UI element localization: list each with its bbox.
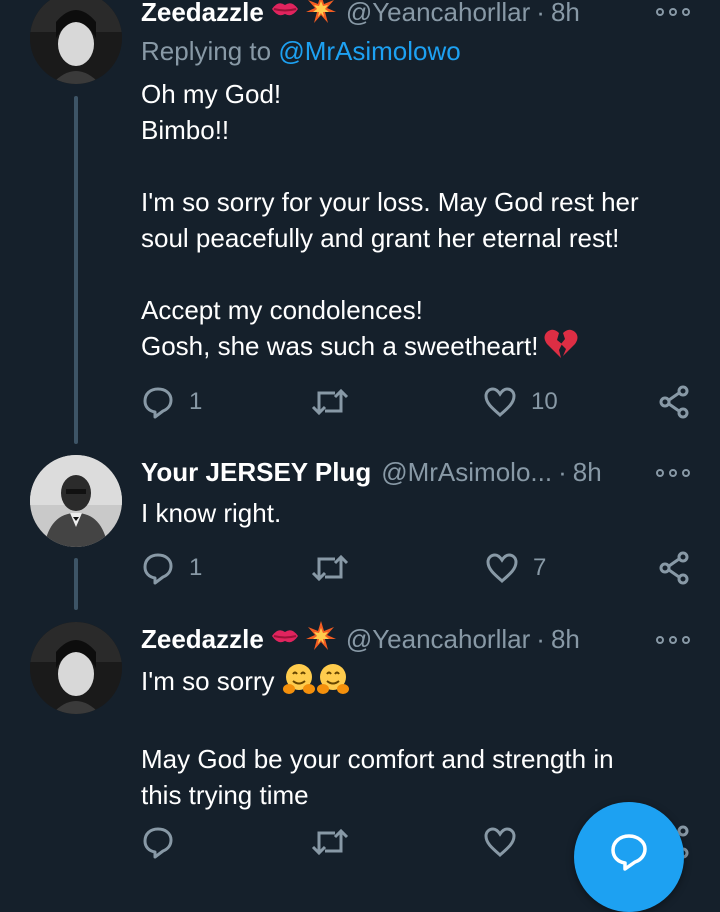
tweet-header: Zeedazzle @Yeancahorllar · 8h (141, 0, 580, 29)
collision-icon (305, 0, 336, 31)
avatar[interactable] (30, 622, 122, 714)
reply-icon (143, 553, 173, 585)
avatar[interactable] (30, 455, 122, 547)
handle[interactable]: @MrAsimolo... (381, 457, 552, 488)
kiss-mark-icon (270, 0, 300, 27)
like-button[interactable]: 10 (483, 382, 558, 422)
reply-button[interactable] (141, 822, 175, 862)
reply-count: 1 (189, 388, 203, 415)
timestamp[interactable]: 8h (551, 0, 580, 28)
retweet-button[interactable] (311, 548, 349, 588)
mention-link[interactable]: @MrAsimolowo (278, 36, 460, 66)
avatar[interactable] (30, 0, 122, 84)
share-button[interactable] (657, 382, 691, 422)
tweet-text: I know right. (141, 495, 701, 531)
text-line: Oh my God! (141, 79, 282, 109)
separator-dot: · (558, 456, 567, 487)
like-count: 10 (531, 388, 558, 415)
text-line: I know right. (141, 498, 282, 528)
kiss-mark-icon (270, 625, 300, 654)
retweet-button[interactable] (311, 382, 349, 422)
like-button[interactable]: 7 (485, 548, 546, 588)
heart-icon (484, 827, 516, 857)
text-line: Accept my condolences! (141, 295, 423, 325)
handle[interactable]: @Yeancahorllar (346, 0, 530, 28)
share-button[interactable] (657, 548, 691, 588)
action-bar: 1 7 (141, 548, 701, 588)
timestamp[interactable]: 8h (551, 624, 580, 655)
action-bar: 1 10 (141, 382, 701, 422)
more-options-icon[interactable] (656, 463, 690, 483)
handle[interactable]: @Yeancahorllar (346, 624, 530, 655)
more-options-icon[interactable] (656, 2, 690, 22)
text-line: soul peacefully and grant her eternal re… (141, 223, 620, 253)
retweet-icon (311, 554, 349, 582)
display-name[interactable]: Zeedazzle (141, 624, 264, 655)
tweet-header: Your JERSEY Plug @MrAsimolo... · 8h (141, 455, 602, 489)
compose-reply-icon (611, 834, 647, 871)
reply-icon (143, 827, 173, 859)
retweet-button[interactable] (311, 822, 349, 862)
retweet-icon (311, 828, 349, 856)
compose-button[interactable] (574, 802, 684, 912)
text-line: Gosh, she was such a sweetheart! (141, 331, 539, 361)
reply-button[interactable]: 1 (141, 548, 202, 588)
collision-icon (305, 620, 336, 658)
more-options-icon[interactable] (656, 630, 690, 650)
thread-line (74, 96, 78, 444)
display-name[interactable]: Zeedazzle (141, 0, 264, 28)
like-button[interactable] (483, 822, 517, 862)
broken-heart-icon (544, 329, 578, 368)
share-icon (659, 385, 689, 419)
text-line: I'm so sorry (141, 666, 275, 696)
heart-icon (486, 553, 518, 583)
heart-icon (484, 387, 516, 417)
separator-dot: · (536, 0, 545, 27)
display-name[interactable]: Your JERSEY Plug (141, 457, 371, 488)
reply-count: 1 (189, 554, 203, 581)
tweet-text: Oh my God! Bimbo!! I'm so sorry for your… (141, 76, 701, 368)
like-count: 7 (533, 554, 547, 581)
tweet-header: Zeedazzle @Yeancahorllar · 8h (141, 620, 580, 658)
replying-to: Replying to @MrAsimolowo (141, 36, 461, 67)
hugging-face-icon (282, 662, 316, 705)
reply-button[interactable]: 1 (141, 382, 202, 422)
share-icon (659, 551, 689, 585)
thread-line (74, 558, 78, 610)
timestamp[interactable]: 8h (573, 457, 602, 488)
retweet-icon (311, 388, 349, 416)
hugging-face-icon (316, 662, 350, 705)
text-line: Bimbo!! (141, 115, 230, 145)
reply-icon (143, 387, 173, 419)
tweet-text: I'm so sorry May God be your comfort and… (141, 662, 701, 813)
text-line: May God be your comfort and strength in (141, 744, 614, 774)
separator-dot: · (536, 623, 545, 654)
text-line: I'm so sorry for your loss. May God rest… (141, 187, 639, 217)
replying-prefix: Replying to (141, 36, 272, 66)
